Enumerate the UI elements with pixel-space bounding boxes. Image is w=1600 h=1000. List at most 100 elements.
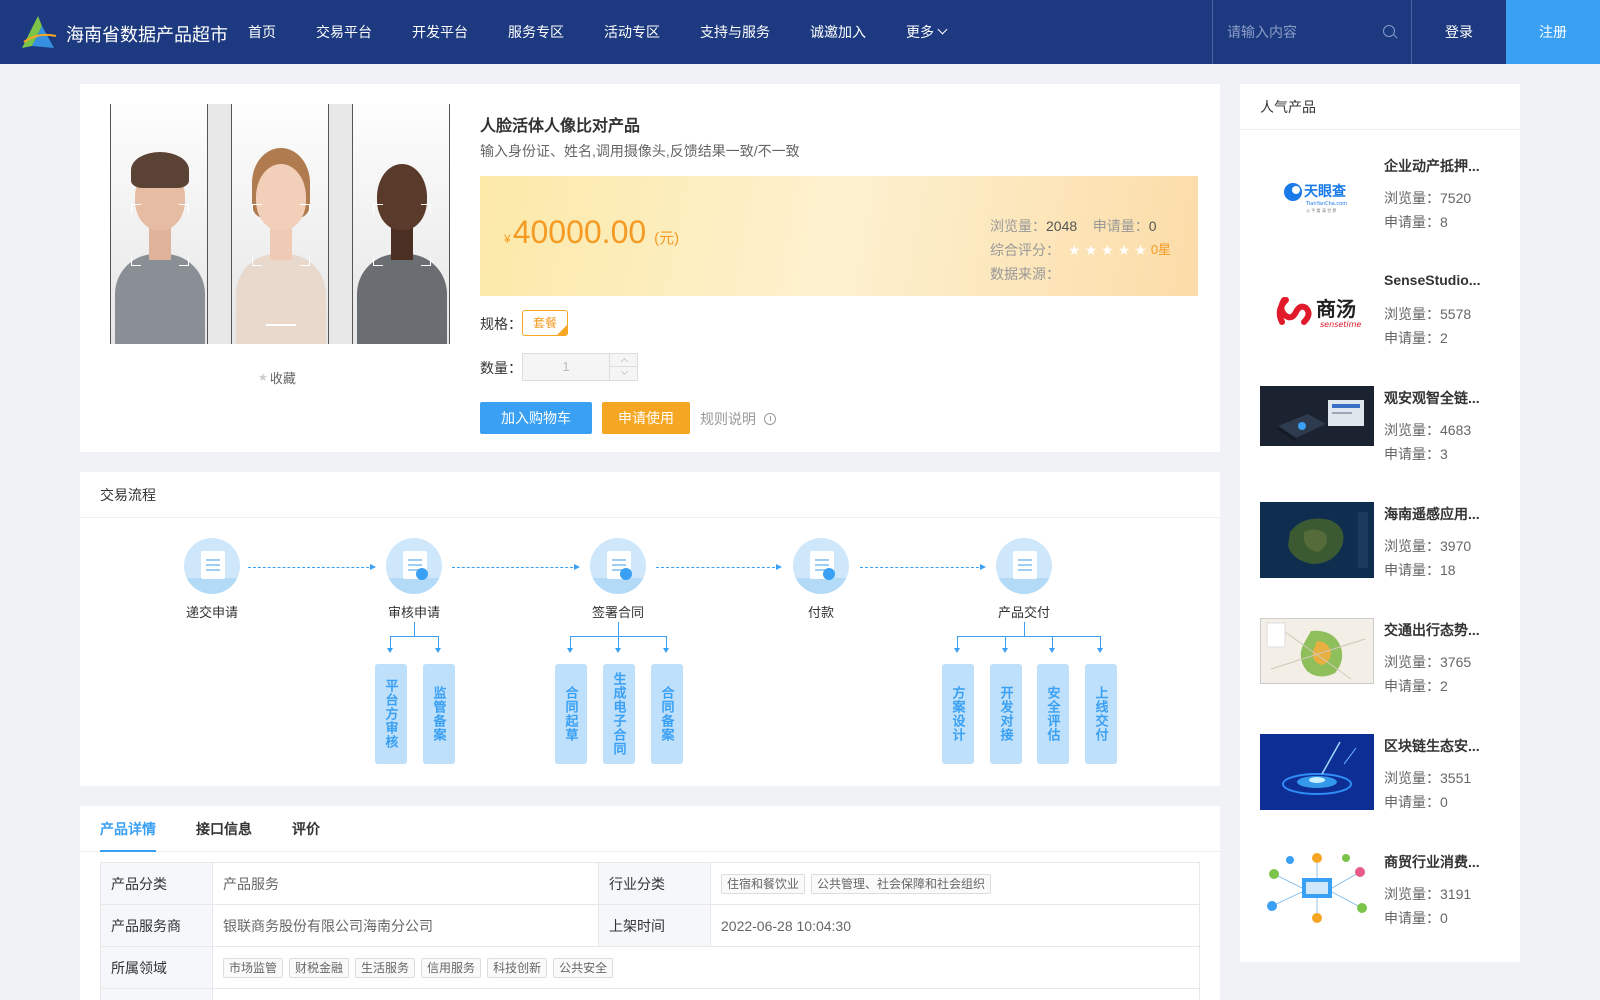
svg-text:sensetime: sensetime [1320, 320, 1361, 329]
thumbnail-blockchain[interactable] [1260, 734, 1374, 810]
product-provider: 银联商务股份有限公司海南分公司 [212, 904, 599, 947]
quantity-decrease-button[interactable] [609, 367, 638, 380]
spec-label: 规格： [480, 316, 522, 332]
applies-count: 0 [1148, 218, 1157, 234]
nav-more[interactable]: 更多 [886, 0, 966, 64]
flow-step-review: 审核申请 [364, 538, 464, 621]
tag: 信用服务 [421, 957, 482, 978]
face-photo [110, 104, 208, 344]
substep-dev-integration: 开发对接 [990, 664, 1022, 764]
flow-arrow [860, 564, 986, 570]
flow-step-payment: 付款 [771, 538, 871, 621]
spec-option[interactable]: 套餐 [522, 310, 568, 336]
thumbnail-devices[interactable] [1260, 386, 1374, 446]
apply-button[interactable]: 申请使用 [602, 402, 690, 434]
nav-activity-zone[interactable]: 活动专区 [584, 0, 680, 64]
tab-reviews[interactable]: 评价 [292, 806, 320, 852]
data-source: 数据来源： [990, 266, 1060, 282]
tag: 科技创新 [487, 957, 548, 978]
face-scan-frame [373, 204, 431, 266]
delivery-list-icon [996, 538, 1052, 594]
flow-arrow [656, 564, 782, 570]
top-header: 海南省数据产品超市 首页 交易平台 开发平台 服务专区 活动专区 支持与服务 诚… [0, 0, 1600, 64]
popular-products-card: 人气产品 天眼查 TianYanCha.com 公 平 看 清 世 界 企业动产… [1240, 84, 1520, 962]
domain-tags: 市场监管 财税金融 生活服务 信用服务 科技创新 公共安全 [212, 946, 1200, 989]
detail-tabs: 产品详情 接口信息 评价 [80, 806, 1220, 852]
review-document-icon [386, 538, 442, 594]
tag: 生活服务 [355, 957, 416, 978]
star-icon: ★ [258, 372, 268, 384]
popular-item[interactable]: 观安观智全链... 浏览量：4683 申请量：3 [1240, 376, 1520, 476]
product-category: 产品服务 [212, 862, 599, 905]
thumbnail-traffic-map[interactable] [1260, 618, 1374, 684]
chevron-down-icon [937, 24, 948, 35]
tag: 市场监管 [223, 957, 284, 978]
popular-item[interactable]: 区块链生态安... 浏览量：3551 申请量：0 [1240, 724, 1520, 824]
quantity-increase-button[interactable] [609, 354, 638, 367]
main-nav: 首页 交易平台 开发平台 服务专区 活动专区 支持与服务 诚邀加入 更多 [228, 0, 966, 64]
face-scan-frame [252, 204, 310, 266]
listed-time: 2022-06-28 10:04:30 [710, 904, 1200, 947]
face-photo [352, 104, 450, 344]
substep-regulatory-filing: 监管备案 [423, 664, 455, 764]
popular-item[interactable]: 交通出行态势... 浏览量：3765 申请量：2 [1240, 608, 1520, 708]
flow-step-delivery: 产品交付 [974, 538, 1074, 621]
tab-product-details[interactable]: 产品详情 [100, 806, 156, 852]
tag: 公共安全 [553, 957, 614, 978]
substep-solution-design: 方案设计 [942, 664, 974, 764]
nav-home[interactable]: 首页 [228, 0, 296, 64]
nav-join[interactable]: 诚邀加入 [790, 0, 886, 64]
thumbnail-satellite-map[interactable] [1260, 502, 1374, 578]
search-input[interactable] [1227, 22, 1367, 42]
payment-icon [793, 538, 849, 594]
thumbnail-tianyancha-logo[interactable]: 天眼查 TianYanCha.com 公 平 看 清 世 界 [1260, 154, 1374, 230]
star-icon: ★ [1068, 242, 1081, 258]
price-panel: ¥ 40000.00 (元) 浏览量：2048 申请量：0 综合评分： ★ ★ … [480, 176, 1198, 296]
svg-text:商汤: 商汤 [1316, 297, 1356, 321]
add-to-cart-button[interactable]: 加入购物车 [480, 402, 592, 434]
substep-platform-review: 平台方审核 [375, 664, 407, 764]
login-button[interactable]: 登录 [1412, 0, 1506, 64]
rating-stars: ★ ★ ★ ★ ★ [1068, 240, 1151, 260]
table-row: 所属领域 市场监管 财税金融 生活服务 信用服务 科技创新 公共安全 [100, 946, 1200, 989]
popular-item[interactable]: 商贸行业消费... 浏览量：3191 申请量：0 [1240, 840, 1520, 940]
product-image [110, 104, 450, 344]
popular-item[interactable]: 商汤 sensetime SenseStudio... 浏览量：5578 申请量… [1240, 260, 1520, 360]
quantity-stepper[interactable]: 1 [522, 353, 638, 381]
nav-dev-platform[interactable]: 开发平台 [392, 0, 488, 64]
nav-trading-platform[interactable]: 交易平台 [296, 0, 392, 64]
search-icon[interactable] [1383, 25, 1395, 37]
popular-item[interactable]: 天眼查 TianYanCha.com 公 平 看 清 世 界 企业动产抵押...… [1240, 144, 1520, 244]
thumbnail-sensetime-logo[interactable]: 商汤 sensetime [1260, 270, 1374, 346]
site-logo-icon[interactable] [18, 12, 58, 52]
svg-text:TianYanCha.com: TianYanCha.com [1305, 201, 1347, 207]
tag: 公共管理、社会保障和社会组织 [811, 873, 992, 894]
substep-go-live: 上线交付 [1085, 664, 1117, 764]
favorite-button[interactable]: ★ 收藏 [258, 368, 296, 387]
site-title[interactable]: 海南省数据产品超市 [66, 21, 228, 47]
register-button[interactable]: 注册 [1506, 0, 1600, 64]
info-icon [764, 413, 776, 425]
star-icon: ★ [1134, 242, 1147, 258]
svg-text:公 平 看 清 世 界: 公 平 看 清 世 界 [1306, 207, 1336, 213]
popular-item[interactable]: 海南遥感应用... 浏览量：3970 申请量：18 [1240, 492, 1520, 592]
product-price: ¥ 40000.00 (元) [504, 214, 680, 250]
nav-support[interactable]: 支持与服务 [680, 0, 790, 64]
quantity-label: 数量： [480, 360, 522, 376]
thumbnail-network-diagram[interactable] [1260, 850, 1374, 926]
quantity-value[interactable]: 1 [523, 354, 609, 380]
table-row: 产品服务商 银联商务股份有限公司海南分公司 上架时间 2022-06-28 10… [100, 904, 1200, 947]
face-scan-frame [131, 204, 189, 266]
product-info-table: 产品分类 产品服务 行业分类 住宿和餐饮业 公共管理、社会保障和社会组织 产品服务… [100, 862, 1200, 1000]
flow-arrow [452, 564, 580, 570]
nav-service-zone[interactable]: 服务专区 [488, 0, 584, 64]
industry-tags: 住宿和餐饮业 公共管理、社会保障和社会组织 [710, 862, 1200, 905]
rating-row: 综合评分： ★ ★ ★ ★ ★ 0星 [990, 238, 1171, 262]
tab-api-info[interactable]: 接口信息 [196, 806, 252, 852]
star-icon: ★ [1117, 242, 1131, 258]
face-photo [231, 104, 329, 344]
transaction-flow-card: 交易流程 递交申请 审核申请 签署合同 付款 产品交付 平台方审核 监管备案 合… [80, 472, 1220, 786]
rules-link[interactable]: 规则说明 [700, 409, 776, 429]
substep-contract-draft: 合同起草 [555, 664, 587, 764]
star-icon: ★ [1084, 242, 1098, 258]
